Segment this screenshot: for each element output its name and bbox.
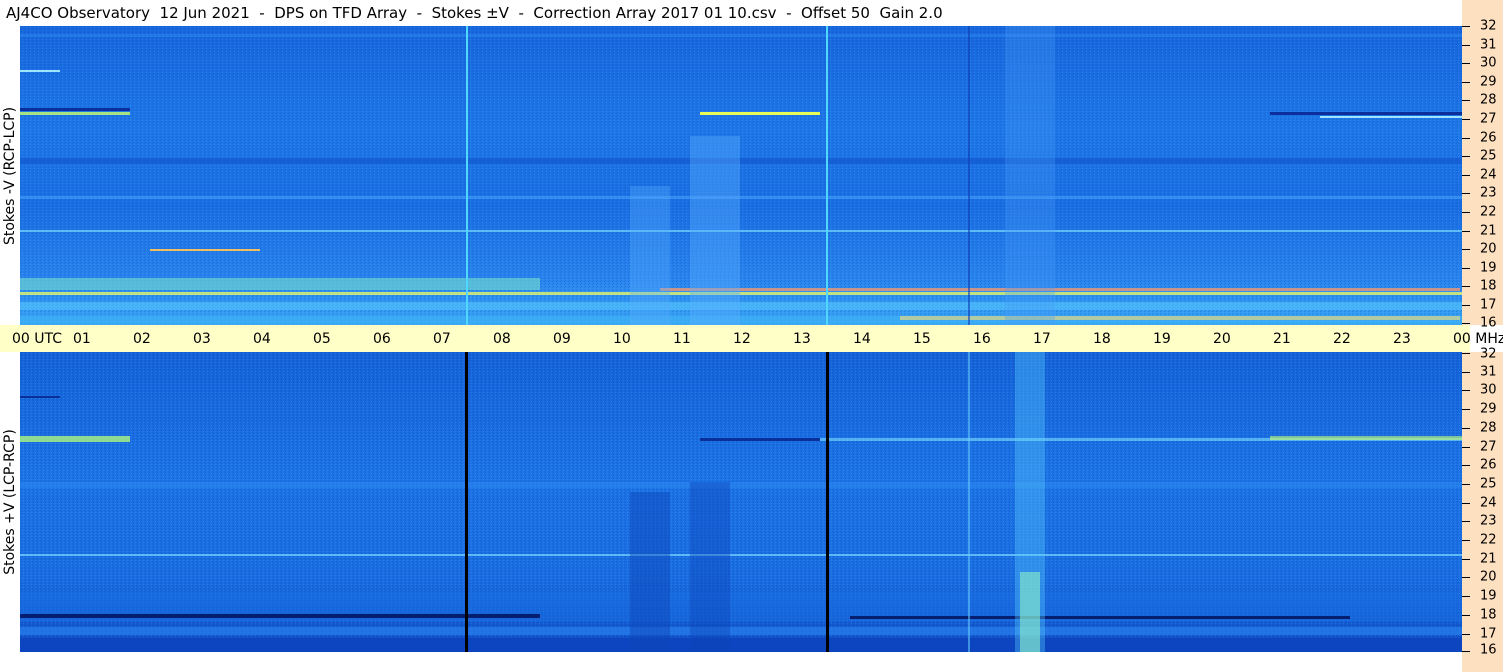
bottom-freq-label-26: 26: [1480, 457, 1497, 473]
bottom-freq-label-18: 18: [1480, 607, 1497, 623]
bottom-freq-label-32: 32: [1480, 346, 1497, 362]
bottom-freq-label-27: 27: [1480, 439, 1497, 454]
time-label-14: 14: [853, 331, 871, 347]
bottom-panel-ylabel-text: Stokes +V (LCP-RCP): [2, 429, 18, 575]
top-freq-label-29: 29: [1480, 74, 1497, 90]
top-freq-label-32: 32: [1480, 18, 1497, 34]
time-label-20: 20: [1213, 331, 1231, 347]
top-spectrogram: [20, 26, 1462, 325]
time-label-12: 12: [733, 331, 751, 347]
time-label-19: 19: [1153, 331, 1171, 347]
top-spectrogram-image: [20, 26, 1462, 325]
bottom-freq-label-22: 22: [1480, 532, 1497, 548]
top-freq-label-28: 28: [1480, 92, 1497, 108]
top-freq-label-17: 17: [1480, 297, 1497, 313]
time-label-13: 13: [793, 331, 811, 347]
top-freq-label-31: 31: [1480, 37, 1497, 53]
top-freq-label-18: 18: [1480, 278, 1497, 294]
bottom-freq-label-30: 30: [1480, 382, 1497, 398]
top-freq-label-23: 23: [1480, 185, 1497, 201]
top-freq-label-24: 24: [1480, 167, 1497, 183]
time-label-24: 00 MHz: [1453, 331, 1503, 347]
time-label-15: 15: [913, 331, 931, 347]
top-freq-label-19: 19: [1480, 260, 1497, 276]
bottom-freq-label-23: 23: [1480, 513, 1497, 529]
time-label-17: 17: [1033, 331, 1051, 347]
bottom-freq-label-25: 25: [1480, 476, 1497, 492]
time-label-4: 04: [253, 331, 271, 347]
bottom-freq-label-17: 17: [1480, 626, 1497, 641]
bottom-spectrogram-image: [20, 352, 1462, 652]
time-label-7: 07: [433, 331, 451, 347]
top-freq-label-30: 30: [1480, 55, 1497, 71]
time-label-10: 10: [613, 331, 631, 347]
top-panel-ylabel: Stokes -V (RCP-LCP): [0, 26, 20, 325]
time-label-18: 18: [1093, 331, 1111, 347]
bottom-freq-label-24: 24: [1480, 495, 1497, 511]
bottom-frequency-axis: 32 31 30 29 28 27 26 25 24 23 22 21 20 1…: [1462, 347, 1503, 672]
top-freq-label-20: 20: [1480, 241, 1497, 257]
top-freq-label-27: 27: [1480, 111, 1497, 127]
bottom-freq-label-20: 20: [1480, 569, 1497, 585]
time-label-0: 00 UTC: [12, 331, 63, 347]
top-freq-label-26: 26: [1480, 130, 1497, 146]
window-title: AJ4CO Observatory 12 Jun 2021 - DPS on T…: [6, 4, 943, 22]
bottom-freq-label-16: 16: [1480, 642, 1497, 658]
top-panel-ylabel-text: Stokes -V (RCP-LCP): [2, 106, 18, 245]
time-label-8: 08: [493, 331, 511, 347]
time-label-9: 09: [553, 331, 571, 347]
bottom-spectrogram: [20, 352, 1462, 652]
bottom-freq-label-29: 29: [1480, 401, 1497, 417]
bottom-panel-ylabel: Stokes +V (LCP-RCP): [0, 352, 20, 652]
bottom-freq-label-28: 28: [1480, 420, 1497, 436]
time-label-16: 16: [973, 331, 991, 347]
top-freq-label-25: 25: [1480, 148, 1497, 164]
time-label-3: 03: [193, 331, 211, 347]
time-label-23: 23: [1393, 331, 1411, 347]
time-label-2: 02: [133, 331, 151, 347]
time-label-1: 01: [73, 331, 91, 347]
top-frequency-axis: 32 31 30 29 28 27 26 25 24 23 22 21 20 1…: [1462, 0, 1503, 331]
time-label-5: 05: [313, 331, 331, 347]
top-freq-label-21: 21: [1480, 223, 1497, 239]
bottom-freq-label-31: 31: [1480, 364, 1497, 380]
time-label-22: 22: [1333, 331, 1351, 347]
time-axis: 00 UTC 01 02 03 04 05 06 07 08 09 10 11 …: [0, 325, 1503, 352]
top-freq-label-22: 22: [1480, 204, 1497, 220]
top-freq-label-16: 16: [1480, 315, 1497, 331]
time-label-11: 11: [673, 331, 691, 347]
title-bar: AJ4CO Observatory 12 Jun 2021 - DPS on T…: [0, 0, 1462, 26]
bottom-freq-label-21: 21: [1480, 551, 1497, 567]
time-label-21: 21: [1273, 331, 1291, 347]
bottom-freq-label-19: 19: [1480, 588, 1497, 604]
time-label-6: 06: [373, 331, 391, 347]
